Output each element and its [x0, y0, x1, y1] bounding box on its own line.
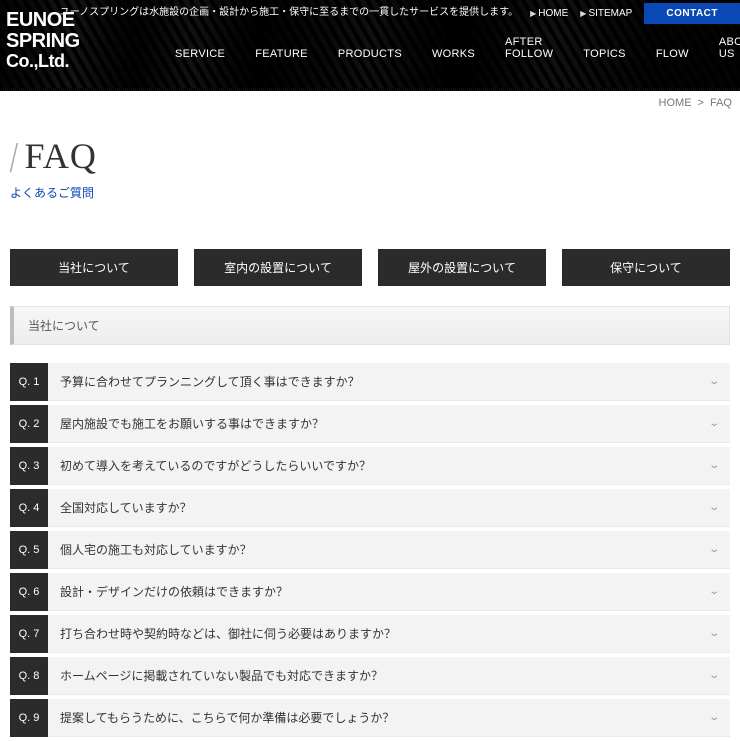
home-link[interactable]: ▶HOME [530, 8, 568, 19]
nav-products[interactable]: PRODUCTS [323, 48, 417, 88]
question-text: 設計・デザインだけの依頼はできますか？ [60, 583, 288, 600]
question-list: Q. 1 予算に合わせてプランニングして頂く事はできますか？ ⌄ Q. 2 屋内… [0, 363, 740, 737]
faq-tabs: 当社について 室内の設置について 屋外の設置について 保守について [0, 249, 740, 306]
question-number: Q. 5 [10, 531, 48, 569]
question-number: Q. 3 [10, 447, 48, 485]
primary-nav: SERVICE FEATURE PRODUCTS WORKS AFTER FOL… [0, 26, 740, 88]
question-text: ホームページに掲載されていない製品でも対応できますか？ [60, 667, 383, 684]
nav-service[interactable]: SERVICE [160, 48, 240, 88]
question-toggle[interactable]: 提案してもらうために、こちらで何か準備は必要でしょうか？ ⌄ [48, 699, 730, 737]
question-number: Q. 7 [10, 615, 48, 653]
question-text: 初めて導入を考えているのですがどうしたらいいですか？ [60, 457, 371, 474]
caret-right-icon: ▶ [580, 9, 586, 18]
nav-works[interactable]: WORKS [417, 48, 490, 88]
sitemap-link[interactable]: ▶SITEMAP [580, 8, 632, 19]
question-number: Q. 1 [10, 363, 48, 401]
chevron-down-icon: ⌄ [708, 628, 720, 639]
question-row: Q. 2 屋内施設でも施工をお願いする事はできますか？ ⌄ [10, 405, 730, 443]
question-row: Q. 5 個人宅の施工も対応していますか？ ⌄ [10, 531, 730, 569]
sitemap-link-label: SITEMAP [588, 8, 632, 19]
question-row: Q. 8 ホームページに掲載されていない製品でも対応できますか？ ⌄ [10, 657, 730, 695]
contact-button-label: CONTACT [666, 8, 718, 19]
question-number: Q. 4 [10, 489, 48, 527]
page-title: FAQ [24, 136, 96, 176]
question-row: Q. 6 設計・デザインだけの依頼はできますか？ ⌄ [10, 573, 730, 611]
breadcrumb-separator: > [698, 97, 704, 109]
question-row: Q. 1 予算に合わせてプランニングして頂く事はできますか？ ⌄ [10, 363, 730, 401]
nav-flow[interactable]: FLOW [641, 48, 704, 88]
logo-line-1: EUNOE [6, 10, 80, 31]
question-row: Q. 4 全国対応していますか？ ⌄ [10, 489, 730, 527]
nav-after-follow[interactable]: AFTER FOLLOW [490, 36, 568, 88]
chevron-down-icon: ⌄ [708, 544, 720, 555]
question-row: Q. 9 提案してもらうために、こちらで何か準備は必要でしょうか？ ⌄ [10, 699, 730, 737]
chevron-down-icon: ⌄ [708, 670, 720, 681]
chevron-down-icon: ⌄ [708, 502, 720, 513]
site-tagline: ユーノスプリングは水施設の企画・設計から施工・保守に至るまでの一貫したサービスを… [60, 0, 518, 26]
question-number: Q. 6 [10, 573, 48, 611]
title-slash-icon: / [11, 137, 17, 182]
nav-feature[interactable]: FEATURE [240, 48, 323, 88]
question-toggle[interactable]: 全国対応していますか？ ⌄ [48, 489, 730, 527]
breadcrumb-current: FAQ [710, 97, 732, 109]
tab-company[interactable]: 当社について [10, 249, 178, 286]
home-link-label: HOME [538, 8, 568, 19]
chevron-down-icon: ⌄ [708, 586, 720, 597]
question-text: 全国対応していますか？ [60, 499, 192, 516]
question-text: 提案してもらうために、こちらで何か準備は必要でしょうか？ [60, 709, 394, 726]
chevron-down-icon: ⌄ [708, 712, 720, 723]
breadcrumb-home[interactable]: HOME [659, 97, 692, 109]
question-row: Q. 3 初めて導入を考えているのですがどうしたらいいですか？ ⌄ [10, 447, 730, 485]
breadcrumb: HOME > FAQ [0, 91, 740, 115]
site-header: ユーノスプリングは水施設の企画・設計から施工・保守に至るまでの一貫したサービスを… [0, 0, 740, 88]
question-row: Q. 7 打ち合わせ時や契約時などは、御社に伺う必要はありますか？ ⌄ [10, 615, 730, 653]
page-subtitle: よくあるご質問 [10, 184, 730, 201]
question-toggle[interactable]: 屋内施設でも施工をお願いする事はできますか？ ⌄ [48, 405, 730, 443]
question-toggle[interactable]: 打ち合わせ時や契約時などは、御社に伺う必要はありますか？ ⌄ [48, 615, 730, 653]
site-logo[interactable]: EUNOE SPRING Co.,Ltd. [6, 10, 80, 71]
chevron-down-icon: ⌄ [708, 376, 720, 387]
caret-right-icon: ▶ [530, 9, 536, 18]
question-text: 屋内施設でも施工をお願いする事はできますか？ [60, 415, 324, 432]
question-toggle[interactable]: 初めて導入を考えているのですがどうしたらいいですか？ ⌄ [48, 447, 730, 485]
question-text: 打ち合わせ時や契約時などは、御社に伺う必要はありますか？ [60, 625, 396, 642]
chevron-down-icon: ⌄ [708, 460, 720, 471]
page-title-block: / FAQ よくあるご質問 [0, 115, 740, 231]
chevron-down-icon: ⌄ [708, 418, 720, 429]
question-number: Q. 2 [10, 405, 48, 443]
question-text: 予算に合わせてプランニングして頂く事はできますか？ [60, 373, 360, 390]
logo-line-2: SPRING [6, 31, 80, 52]
question-number: Q. 8 [10, 657, 48, 695]
question-number: Q. 9 [10, 699, 48, 737]
nav-about-us[interactable]: ABOUT US [704, 36, 740, 88]
question-toggle[interactable]: ホームページに掲載されていない製品でも対応できますか？ ⌄ [48, 657, 730, 695]
question-toggle[interactable]: 設計・デザインだけの依頼はできますか？ ⌄ [48, 573, 730, 611]
tab-maint[interactable]: 保守について [562, 249, 730, 286]
nav-topics[interactable]: TOPICS [568, 48, 641, 88]
tab-indoor[interactable]: 室内の設置について [194, 249, 362, 286]
question-text: 個人宅の施工も対応していますか？ [60, 541, 252, 558]
section-heading: 当社について [10, 306, 730, 345]
tab-outdoor[interactable]: 屋外の設置について [378, 249, 546, 286]
contact-button[interactable]: CONTACT [644, 3, 740, 24]
logo-line-3: Co.,Ltd. [6, 52, 80, 71]
question-toggle[interactable]: 個人宅の施工も対応していますか？ ⌄ [48, 531, 730, 569]
question-toggle[interactable]: 予算に合わせてプランニングして頂く事はできますか？ ⌄ [48, 363, 730, 401]
